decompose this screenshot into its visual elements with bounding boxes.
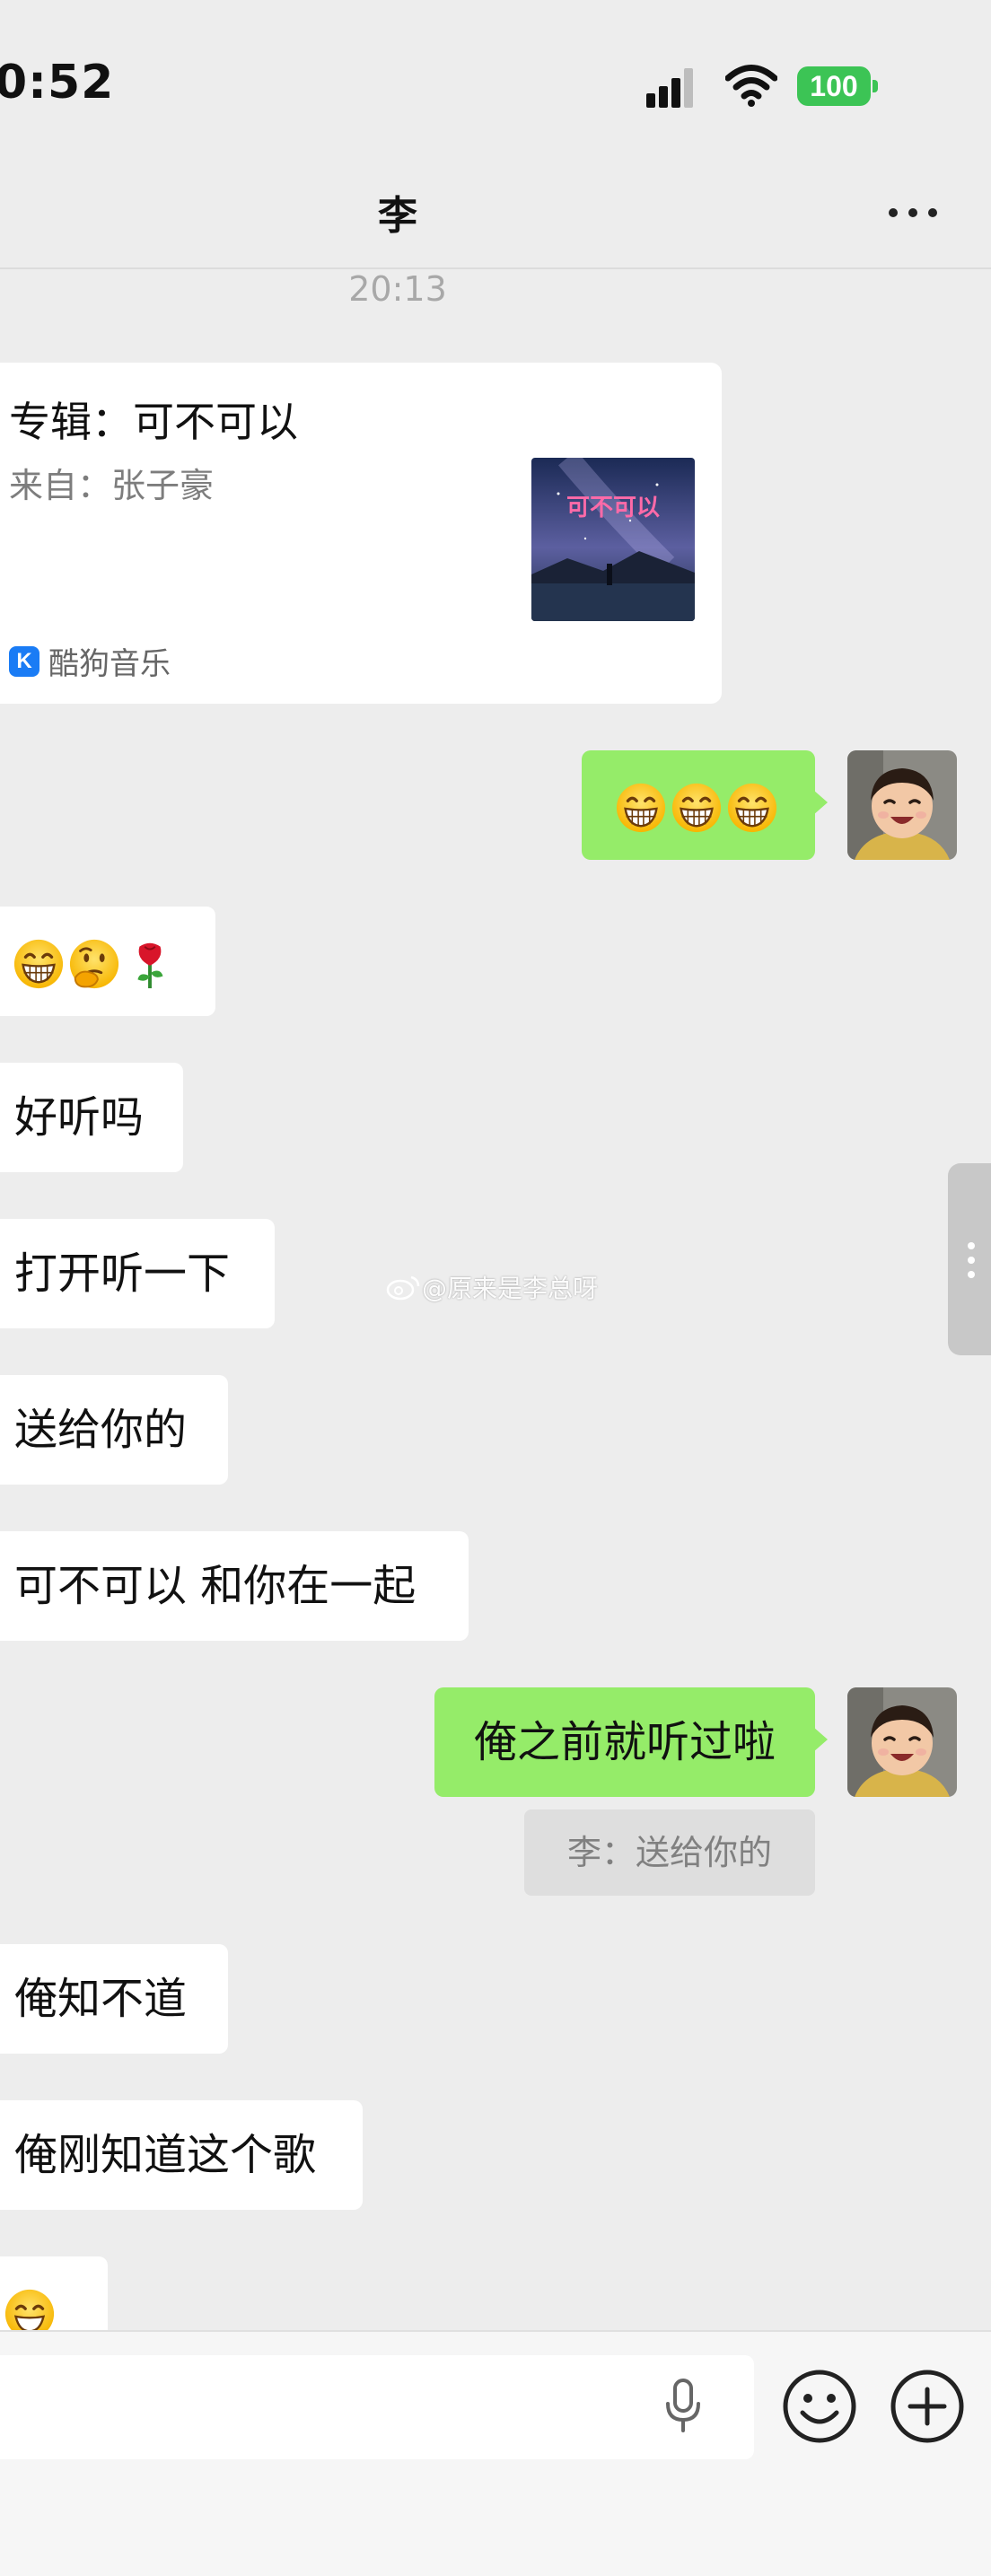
side-drawer-handle[interactable] — [948, 1163, 991, 1355]
received-message[interactable]: 可不可以 和你在一起 — [0, 1531, 469, 1641]
message-timestamp: 20:13 — [348, 269, 447, 309]
battery-level: 100 — [797, 66, 871, 106]
battery-icon: 100 — [797, 66, 880, 106]
rose-icon — [124, 938, 176, 990]
weibo-logo-icon — [386, 1275, 420, 1301]
received-message[interactable]: 俺知不道 — [0, 1944, 228, 2054]
input-bar — [0, 2330, 991, 2576]
grinning-face-icon — [726, 782, 778, 834]
my-avatar[interactable] — [847, 750, 957, 860]
received-message[interactable]: 好听吗 — [0, 1063, 183, 1172]
watermark-text: @原来是李总呀 — [422, 1274, 599, 1303]
received-message[interactable]: 送给你的 — [0, 1375, 228, 1485]
more-options-icon[interactable] — [889, 203, 943, 221]
received-emoji-message[interactable] — [0, 907, 215, 1016]
grinning-face-icon — [671, 782, 723, 834]
album-cover-text: 可不可以 — [566, 495, 660, 521]
received-message[interactable]: 俺刚知道这个歌 — [0, 2100, 363, 2210]
grinning-face-icon — [615, 782, 667, 834]
chat-header: 李 — [0, 171, 991, 269]
wifi-icon — [725, 65, 777, 107]
cellular-signal-icon — [646, 68, 693, 108]
my-avatar[interactable] — [847, 1687, 957, 1797]
status-time: 0:52 — [0, 56, 115, 110]
album-title: 专辑：可不可以 — [9, 398, 298, 446]
music-share-card[interactable]: 专辑：可不可以 来自：张子豪 可不可以 K 酷狗音乐 — [0, 363, 722, 704]
thinking-face-icon — [68, 938, 120, 990]
chat-title: 李 — [378, 193, 417, 239]
music-source-label: 酷狗音乐 — [48, 646, 171, 682]
album-cover-image: 可不可以 — [531, 458, 695, 621]
microphone-icon[interactable] — [657, 2377, 709, 2440]
grinning-face-icon — [13, 938, 65, 990]
message-input[interactable] — [0, 2355, 754, 2459]
sent-message[interactable]: 俺之前就听过啦 — [434, 1687, 828, 1797]
watermark: @原来是李总呀 — [386, 1269, 598, 1305]
kugou-music-icon: K — [9, 645, 39, 677]
quoted-message[interactable]: 李：送给你的 — [524, 1809, 815, 1896]
album-artist: 来自：张子豪 — [9, 466, 215, 505]
received-message[interactable]: 打开听一下 — [0, 1219, 275, 1328]
add-attachment-icon[interactable] — [889, 2368, 966, 2445]
music-source: K 酷狗音乐 — [9, 639, 171, 683]
emoji-picker-icon[interactable] — [781, 2368, 858, 2445]
sent-emoji-message[interactable] — [582, 750, 828, 860]
status-bar: 0:52 100 — [0, 0, 991, 171]
